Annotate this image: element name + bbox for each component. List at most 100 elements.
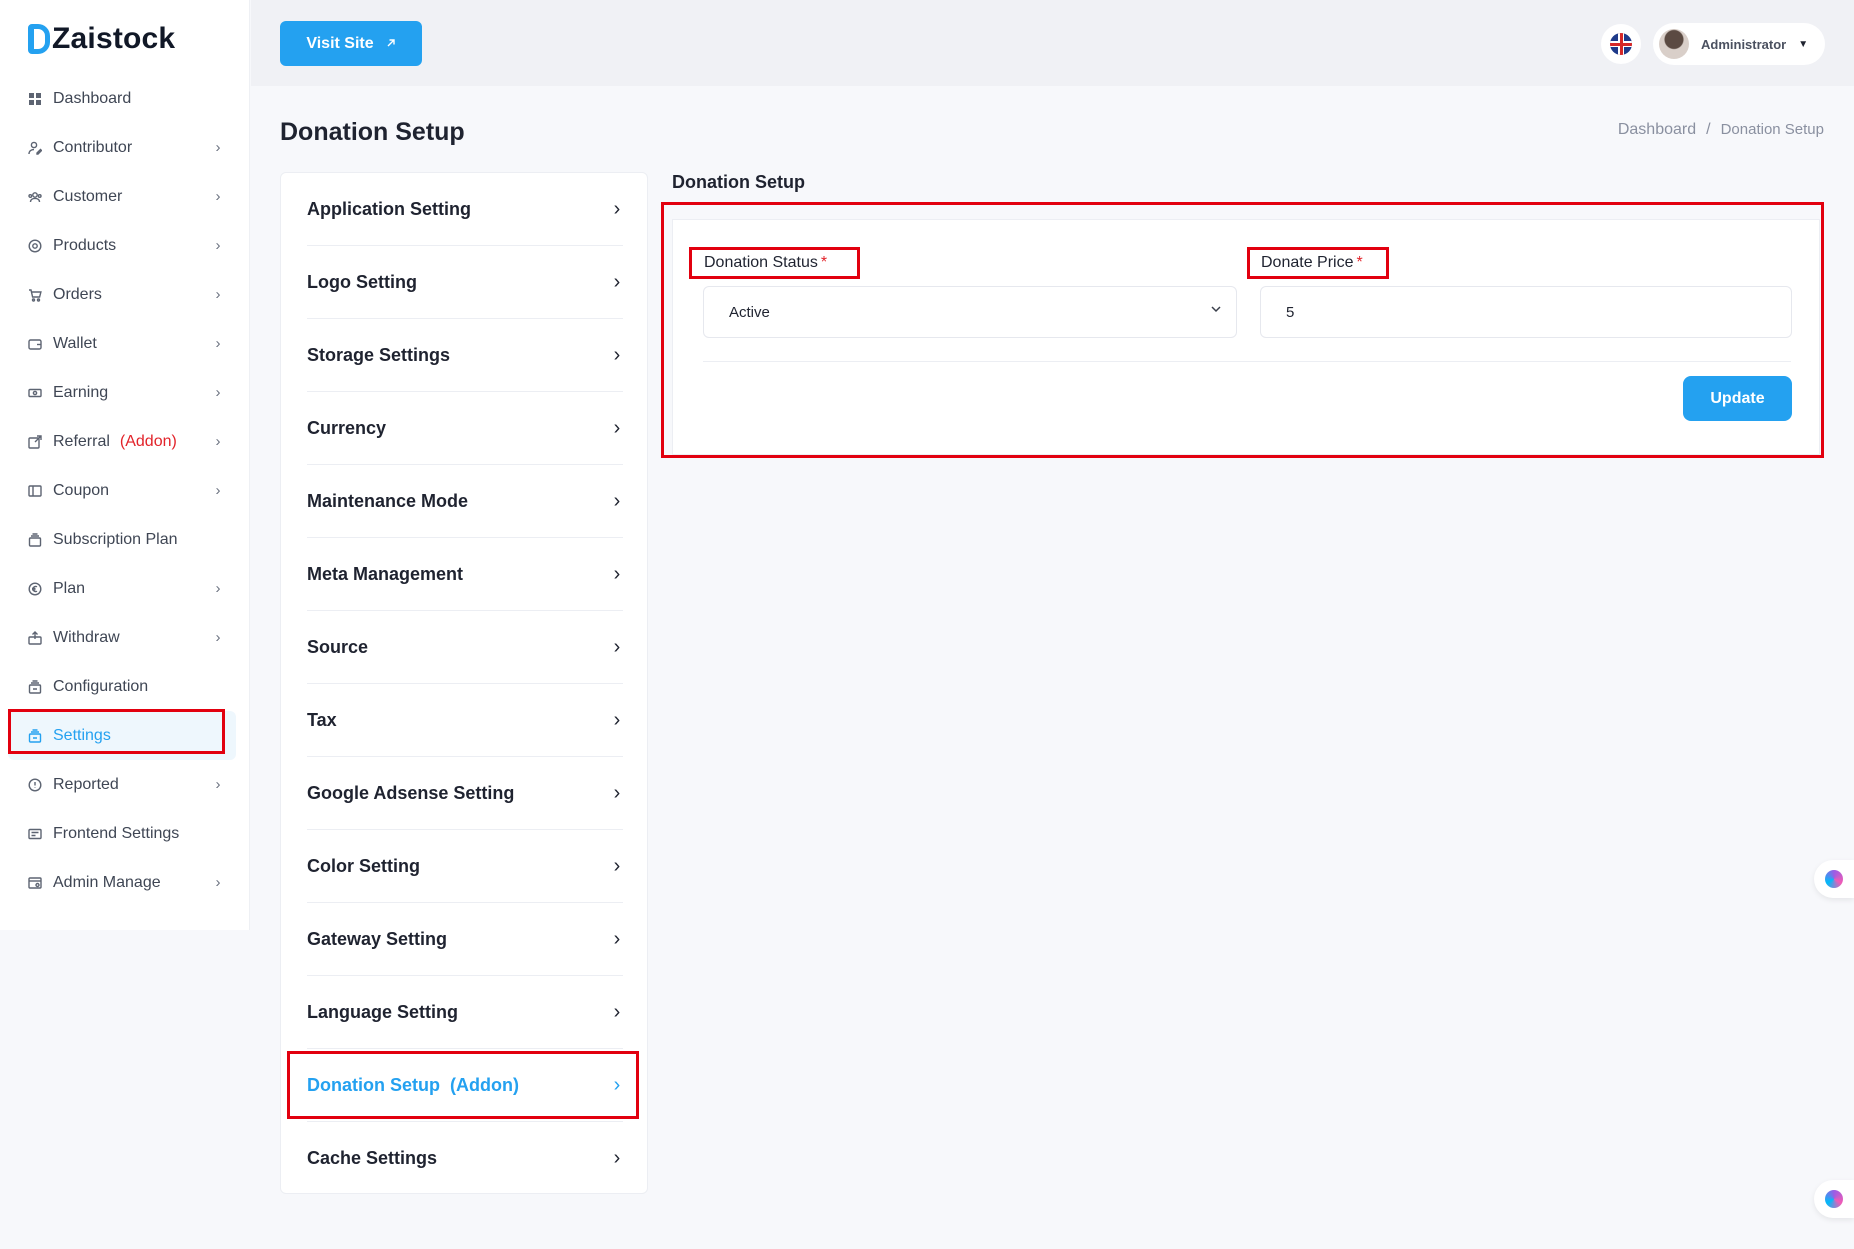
admin-icon [27, 875, 43, 891]
settings-item-maintenance-mode[interactable]: Maintenance Mode › [307, 465, 623, 538]
settings-item-storage-settings[interactable]: Storage Settings › [307, 319, 623, 392]
settings-item-google-adsense-setting[interactable]: Google Adsense Setting › [307, 757, 623, 830]
sidebar-item-orders[interactable]: Orders › [8, 270, 236, 319]
language-selector[interactable] [1601, 24, 1641, 64]
sidebar-item-label: Admin Manage [53, 873, 161, 891]
visit-site-button[interactable]: Visit Site [280, 21, 422, 66]
section-title: Donation Setup [672, 172, 805, 192]
sidebar-item-configuration[interactable]: Configuration [8, 662, 236, 711]
share-icon [27, 434, 43, 450]
cart-icon [27, 287, 43, 303]
chevron-right-icon: › [215, 433, 221, 450]
chevron-right-icon: › [215, 776, 221, 793]
chevron-right-icon: › [215, 335, 221, 352]
wallet-icon [27, 336, 43, 352]
page-title: Donation Setup [280, 118, 465, 146]
settings-item-donation-setup[interactable]: Donation Setup (Addon) › [307, 1049, 623, 1122]
euro-icon [27, 581, 43, 597]
settings-item-cache-settings[interactable]: Cache Settings › [307, 1122, 623, 1195]
ai-assistant-button-secondary[interactable] [1814, 1180, 1854, 1218]
sidebar-item-subscription-plan[interactable]: Subscription Plan [8, 515, 236, 564]
settings-item-source[interactable]: Source › [307, 611, 623, 684]
logo[interactable]: Zaistock [28, 22, 175, 56]
chevron-right-icon: › [215, 139, 221, 156]
ai-assistant-button[interactable] [1814, 860, 1854, 898]
chevron-right-icon: › [613, 489, 621, 512]
sidebar-item-customer[interactable]: Customer › [8, 172, 236, 221]
divider [703, 361, 1791, 362]
sidebar-item-label: Earning [53, 383, 109, 401]
donation-status-label: Donation Status * [704, 254, 828, 271]
addon-badge: (Addon) [450, 1074, 519, 1095]
topbar: Visit Site Administrator ▼ [251, 0, 1854, 86]
chevron-down-icon [1210, 302, 1222, 318]
breadcrumb: Dashboard / Donation Setup [1618, 121, 1824, 139]
chevron-right-icon: › [613, 635, 621, 658]
visit-site-label: Visit Site [306, 34, 374, 52]
alert-icon [27, 777, 43, 793]
sidebar-item-wallet[interactable]: Wallet › [8, 319, 236, 368]
chevron-right-icon: › [613, 197, 621, 220]
settings-item-gateway-setting[interactable]: Gateway Setting › [307, 903, 623, 976]
sidebar-item-contributor[interactable]: Contributor › [8, 123, 236, 172]
brain-icon [1825, 1190, 1843, 1208]
sidebar-item-frontend-settings[interactable]: Frontend Settings [8, 809, 236, 858]
required-mark: * [1356, 254, 1363, 271]
sidebar-item-coupon[interactable]: Coupon › [8, 466, 236, 515]
sidebar-item-label: Configuration [53, 677, 149, 695]
sidebar-item-label: Products [53, 236, 117, 254]
user-menu[interactable]: Administrator ▼ [1653, 23, 1825, 65]
settings-item-language-setting[interactable]: Language Setting › [307, 976, 623, 1049]
sidebar-item-plan[interactable]: Plan › [8, 564, 236, 613]
chevron-right-icon: › [613, 1147, 621, 1169]
breadcrumb-dashboard-link[interactable]: Dashboard [1618, 121, 1696, 139]
sidebar-item-referral[interactable]: Referral (Addon) › [8, 417, 236, 466]
sidebar-item-label: Coupon [53, 481, 110, 499]
settings-item-label: Gateway Setting [307, 928, 448, 949]
sidebar-item-label: Plan [53, 579, 86, 597]
box-icon [27, 238, 43, 254]
settings-item-meta-management[interactable]: Meta Management › [307, 538, 623, 611]
frontend-icon [27, 826, 43, 842]
sidebar-item-earning[interactable]: Earning › [8, 368, 236, 417]
sidebar-item-products[interactable]: Products › [8, 221, 236, 270]
sidebar-item-label: Customer [53, 187, 123, 205]
logo-text: Zaistock [52, 22, 176, 55]
user-edit-icon [27, 140, 43, 156]
donation-status-select[interactable]: Active [703, 286, 1237, 338]
sidebar-item-admin-manage[interactable]: Admin Manage › [8, 858, 236, 907]
settings-item-tax[interactable]: Tax › [307, 684, 623, 757]
donation-form-panel: Donation Status * Active Donate Price * 5 … [672, 219, 1820, 455]
user-name: Administrator [1701, 36, 1787, 52]
chevron-right-icon: › [215, 188, 221, 205]
logo-mark-icon [28, 24, 50, 54]
donate-price-input[interactable]: 5 [1260, 286, 1792, 338]
sidebar-item-label: Withdraw [53, 628, 120, 646]
sidebar-item-label: Dashboard [53, 89, 132, 107]
settings-item-color-setting[interactable]: Color Setting › [307, 830, 623, 903]
sidebar-item-label: Reported [53, 775, 119, 793]
grid-icon [27, 91, 43, 107]
sidebar-item-withdraw[interactable]: Withdraw › [8, 613, 236, 662]
sidebar: Zaistock Dashboard Contributor › Custome… [0, 0, 250, 930]
caret-down-icon: ▼ [1798, 38, 1809, 50]
settings-item-label: Donation Setup (Addon) [307, 1074, 519, 1095]
chevron-right-icon: › [215, 237, 221, 254]
config-icon [27, 679, 43, 695]
settings-item-application-setting[interactable]: Application Setting › [307, 173, 623, 246]
chevron-right-icon: › [613, 1000, 621, 1023]
sidebar-item-dashboard[interactable]: Dashboard [8, 74, 236, 123]
settings-item-currency[interactable]: Currency › [307, 392, 623, 465]
update-button[interactable]: Update [1683, 376, 1792, 421]
settings-item-logo-setting[interactable]: Logo Setting › [307, 246, 623, 319]
donate-price-value: 5 [1286, 303, 1295, 321]
external-link-icon [386, 35, 396, 53]
sidebar-item-reported[interactable]: Reported › [8, 760, 236, 809]
breadcrumb-current: Donation Setup [1720, 121, 1824, 138]
settings-item-label: Tax [307, 709, 337, 730]
sidebar-item-label: Frontend Settings [53, 824, 180, 842]
sidebar-item-settings[interactable]: Settings [8, 711, 236, 760]
chevron-right-icon: › [613, 854, 621, 877]
uk-flag-icon [1610, 33, 1632, 55]
users-icon [27, 189, 43, 205]
